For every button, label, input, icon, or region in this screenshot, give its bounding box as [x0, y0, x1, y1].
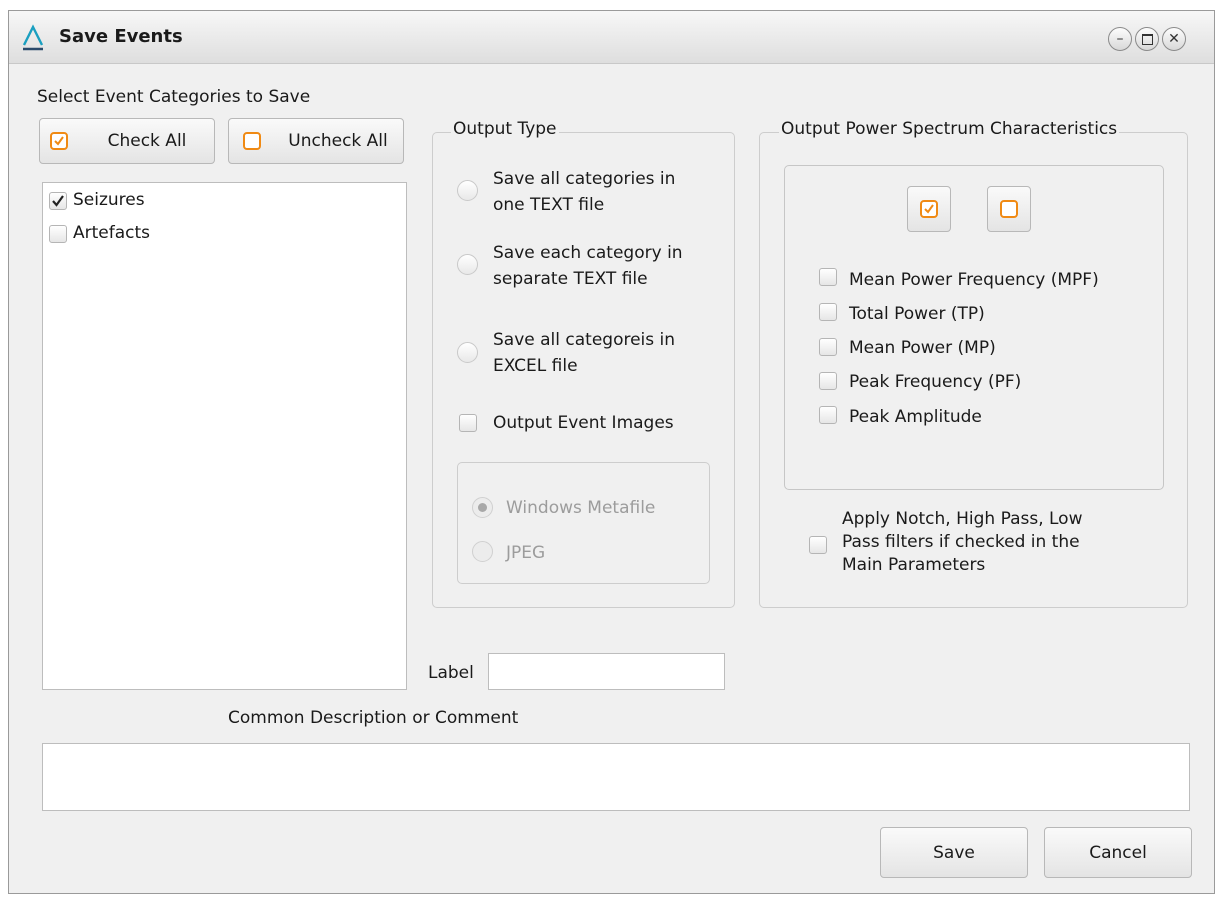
save-button[interactable]: Save	[880, 827, 1028, 878]
option-separate-line1: Save each category in	[493, 243, 683, 263]
comment-textarea[interactable]	[42, 743, 1190, 811]
output-event-images-checkbox[interactable]	[459, 414, 477, 432]
minimize-button[interactable]: –	[1108, 27, 1132, 51]
option-separate-line2: separate TEXT file	[493, 269, 648, 289]
jpeg-label: JPEG	[506, 543, 546, 563]
check-all-button[interactable]: Check All	[39, 118, 215, 164]
uncheck-all-label: Uncheck All	[288, 131, 388, 151]
uncheck-all-button[interactable]: Uncheck All	[228, 118, 404, 164]
cancel-button[interactable]: Cancel	[1044, 827, 1192, 878]
close-icon: ✕	[1168, 31, 1180, 47]
radio-selected-dot-icon	[478, 503, 487, 512]
spectrum-check-all-button[interactable]	[907, 186, 951, 232]
apply-filters-checkbox[interactable]	[809, 536, 827, 554]
app-logo-icon	[22, 24, 44, 51]
apply-filters-line1: Apply Notch, High Pass, Low	[842, 509, 1083, 529]
checkmark-icon	[52, 195, 64, 207]
output-type-legend: Output Type	[451, 118, 559, 140]
checked-box-icon	[920, 200, 938, 218]
radio-separate-text-files[interactable]	[457, 254, 478, 275]
radio-excel-file[interactable]	[457, 342, 478, 363]
apply-filters-line3: Main Parameters	[842, 555, 986, 575]
list-item-label: Seizures	[73, 190, 145, 210]
mpf-label: Mean Power Frequency (MPF)	[849, 270, 1099, 290]
maximize-button[interactable]	[1135, 27, 1159, 51]
pf-checkbox[interactable]	[819, 372, 837, 390]
tp-label: Total Power (TP)	[849, 304, 985, 324]
mpf-checkbox[interactable]	[819, 268, 837, 286]
artefacts-checkbox[interactable]	[49, 225, 67, 243]
comment-label: Common Description or Comment	[228, 708, 519, 728]
spectrum-items-panel	[784, 165, 1164, 490]
unchecked-box-icon	[1000, 200, 1018, 218]
option-one-text-line2: one TEXT file	[493, 195, 605, 215]
option-excel-line1: Save all categoreis in	[493, 330, 676, 350]
peak-amplitude-label: Peak Amplitude	[849, 407, 982, 427]
windows-metafile-label: Windows Metafile	[506, 498, 656, 518]
option-excel-line2: EXCEL file	[493, 356, 578, 376]
tp-checkbox[interactable]	[819, 303, 837, 321]
categories-section-label: Select Event Categories to Save	[37, 87, 311, 107]
radio-windows-metafile[interactable]	[472, 497, 493, 518]
checked-box-icon	[50, 132, 68, 150]
check-all-label: Check All	[107, 131, 187, 151]
mp-checkbox[interactable]	[819, 338, 837, 356]
radio-jpeg[interactable]	[472, 541, 493, 562]
unchecked-box-icon	[243, 132, 261, 150]
peak-amplitude-checkbox[interactable]	[819, 406, 837, 424]
radio-one-text-file[interactable]	[457, 180, 478, 201]
image-format-group	[457, 462, 710, 584]
power-spectrum-legend: Output Power Spectrum Characteristics	[779, 118, 1120, 140]
apply-filters-line2: Pass filters if checked in the	[842, 532, 1080, 552]
title-bar[interactable]: Save Events – ✕	[9, 11, 1214, 64]
maximize-icon	[1141, 33, 1153, 45]
spectrum-uncheck-all-button[interactable]	[987, 186, 1031, 232]
seizures-checkbox[interactable]	[49, 192, 67, 210]
save-events-dialog: Save Events – ✕ Select Event Categories …	[8, 10, 1215, 894]
option-one-text-line1: Save all categories in	[493, 169, 676, 189]
output-event-images-label: Output Event Images	[493, 413, 674, 433]
close-button[interactable]: ✕	[1162, 27, 1186, 51]
window-title: Save Events	[59, 26, 183, 47]
label-input[interactable]	[488, 653, 725, 690]
categories-list[interactable]: Seizures Artefacts	[42, 182, 407, 690]
pf-label: Peak Frequency (PF)	[849, 372, 1022, 392]
mp-label: Mean Power (MP)	[849, 338, 996, 358]
minimize-icon: –	[1116, 31, 1124, 47]
label-field-label: Label	[428, 663, 474, 683]
list-item-label: Artefacts	[73, 223, 151, 243]
